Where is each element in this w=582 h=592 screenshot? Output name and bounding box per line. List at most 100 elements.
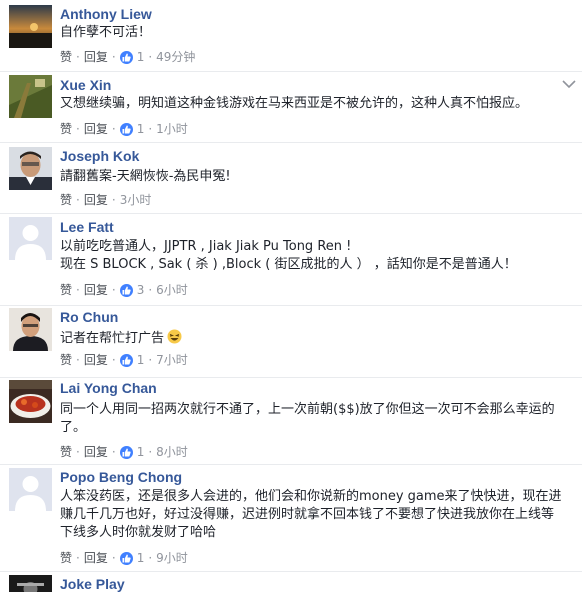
timestamp[interactable]: 49分钟 [156,50,195,64]
comment-item: Joke Play [0,572,582,592]
separator-dot: · [111,50,116,64]
like-link[interactable]: 赞 [60,445,72,459]
comment-line-text: 记者在帮忙打广告 [60,331,165,346]
like-count[interactable]: 1 [119,122,144,136]
separator-dot: · [76,283,80,297]
comment-actions: 赞 · 回复 · 1 · 1小时 [60,122,188,136]
comment-actions: 赞 · 回复 · 1 · 7小时 [60,353,188,367]
thumbs-up-icon [119,353,133,367]
avatar[interactable] [9,5,52,48]
like-count-value: 1 [136,445,145,459]
separator-dot: · [76,50,80,64]
comment-item: Popo Beng Chong 人笨没药医，还是很多人会进的，他们会和你说新的m… [0,465,582,571]
comment-line: 以前吃吃普通人，JJPTR , Jiak Jiak Pu Tong Ren ! [60,239,352,254]
reply-link[interactable]: 回复 [84,283,108,297]
like-count[interactable]: 1 [119,551,145,565]
avatar[interactable] [9,380,52,423]
commenter-name[interactable]: Anthony Liew [60,6,152,22]
like-count[interactable]: 1 [119,353,144,367]
timestamp[interactable]: 9小时 [156,551,188,565]
separator-dot: · [148,283,153,297]
like-link[interactable]: 赞 [60,353,72,367]
avatar[interactable] [9,308,52,351]
comment-item: Xue Xin 又想继续骗，明知道这种金钱游戏在马来西亚是不被允许的，这种人真不… [0,72,582,142]
comment-line: 自作孽不可活！ [60,25,152,40]
avatar[interactable] [9,75,52,118]
separator-dot: · [111,122,116,136]
thumbs-up-icon [119,551,133,565]
separator-dot: · [148,445,153,459]
comment-text: 又想继续骗，明知道这种金钱游戏在马来西亚是不被允许的，这种人真不怕报应。 [60,95,580,113]
avatar[interactable] [9,468,52,511]
like-count[interactable]: 1 [119,50,144,64]
timestamp[interactable]: 6小时 [156,283,188,297]
like-link[interactable]: 赞 [60,50,72,64]
commenter-name[interactable]: Xue Xin [60,77,111,93]
timestamp[interactable]: 3小时 [120,193,152,207]
separator-dot: · [76,445,80,459]
comment-line: 现在 S BLOCK , Sak ( 杀 ) ,Block ( 街区成批的人 ）… [60,257,517,272]
comment-line: 請翻舊案-天網恢恢-為民申冤! [60,169,231,184]
like-count[interactable]: 3 [119,283,145,297]
comment-line: 赚几千几万也好，好过没得赚，迟进例时就拿不回本钱了不要想了快进我放你在上线等 [60,507,555,522]
comment-text: 自作孽不可活！ [60,24,580,42]
comment-text: 請翻舊案-天網恢恢-為民申冤! [60,168,580,186]
reply-link[interactable]: 回复 [84,551,108,565]
comment-line: 又想继续骗，明知道这种金钱游戏在马来西亚是不被允许的，这种人真不怕报应。 [60,96,529,111]
avatar[interactable] [9,575,52,592]
separator-dot: · [111,283,116,297]
comment-actions: 赞 · 回复 · 1 · 9小时 [60,551,188,565]
comment-line: 人笨没药医，还是很多人会进的，他们会和你说新的money game来了快快进，现… [60,489,562,504]
chevron-down-icon[interactable] [562,79,576,89]
separator-dot: · [76,122,80,136]
like-count-value: 1 [136,551,145,565]
separator-dot: · [148,122,153,136]
separator-dot: · [76,353,80,367]
timestamp[interactable]: 7小时 [156,353,188,367]
reply-link[interactable]: 回复 [84,193,108,207]
comment-item: Anthony Liew 自作孽不可活！ 赞 · 回复 · 1 · 49分钟 [0,0,582,71]
like-link[interactable]: 赞 [60,193,72,207]
avatar[interactable] [9,217,52,260]
separator-dot: · [76,551,80,565]
like-link[interactable]: 赞 [60,283,72,297]
separator-dot: · [148,551,153,565]
comment-actions: 赞 · 回复 · 3小时 [60,193,151,207]
comment-line: 同一个人用同一招两次就行不通了，上一次前朝($$)放了你但这一次可不会那么幸运的 [60,402,555,417]
comment-actions: 赞 · 回复 · 1 · 8小时 [60,445,188,459]
separator-dot: · [111,551,116,565]
thumbs-up-icon [119,445,133,459]
timestamp[interactable]: 1小时 [156,122,188,136]
comment-item: Lee Fatt 以前吃吃普通人，JJPTR , Jiak Jiak Pu To… [0,214,582,305]
commenter-name[interactable]: Popo Beng Chong [60,469,182,485]
avatar[interactable] [9,147,52,190]
like-link[interactable]: 赞 [60,551,72,565]
comment-actions: 赞 · 回复 · 1 · 49分钟 [60,50,195,64]
commenter-name[interactable]: Lai Yong Chan [60,380,157,396]
commenter-name[interactable]: Joke Play [60,576,125,592]
separator-dot: · [111,353,116,367]
separator-dot: · [111,445,116,459]
timestamp[interactable]: 8小时 [156,445,188,459]
commenter-name[interactable]: Lee Fatt [60,219,114,235]
comment-line: 下线多人时你就发财了哈哈 [60,525,217,540]
comment-item: Lai Yong Chan 同一个人用同一招两次就行不通了，上一次前朝($$)放… [0,378,582,464]
commenter-name[interactable]: Joseph Kok [60,148,139,164]
comment-item: Ro Chun 记者在帮忙打广告 赞 · 回复 · 1 · 7小时 [0,306,582,377]
thumbs-up-icon [119,122,133,136]
reply-link[interactable]: 回复 [84,50,108,64]
thumbs-up-icon [119,50,133,64]
like-count-value: 3 [136,283,145,297]
like-count[interactable]: 1 [119,445,145,459]
like-link[interactable]: 赞 [60,122,72,136]
reply-link[interactable]: 回复 [84,353,108,367]
laughing-emoji-icon [167,329,182,344]
comment-text: 以前吃吃普通人，JJPTR , Jiak Jiak Pu Tong Ren ! … [60,238,580,274]
comment-text: 人笨没药医，还是很多人会进的，他们会和你说新的money game来了快快进，现… [60,488,580,542]
comment-line: 了。 [60,420,87,435]
commenter-name[interactable]: Ro Chun [60,309,118,325]
separator-dot: · [111,193,116,207]
reply-link[interactable]: 回复 [84,445,108,459]
reply-link[interactable]: 回复 [84,122,108,136]
comment-item: Joseph Kok 請翻舊案-天網恢恢-為民申冤! 赞 · 回复 · 3小时 [0,143,582,213]
